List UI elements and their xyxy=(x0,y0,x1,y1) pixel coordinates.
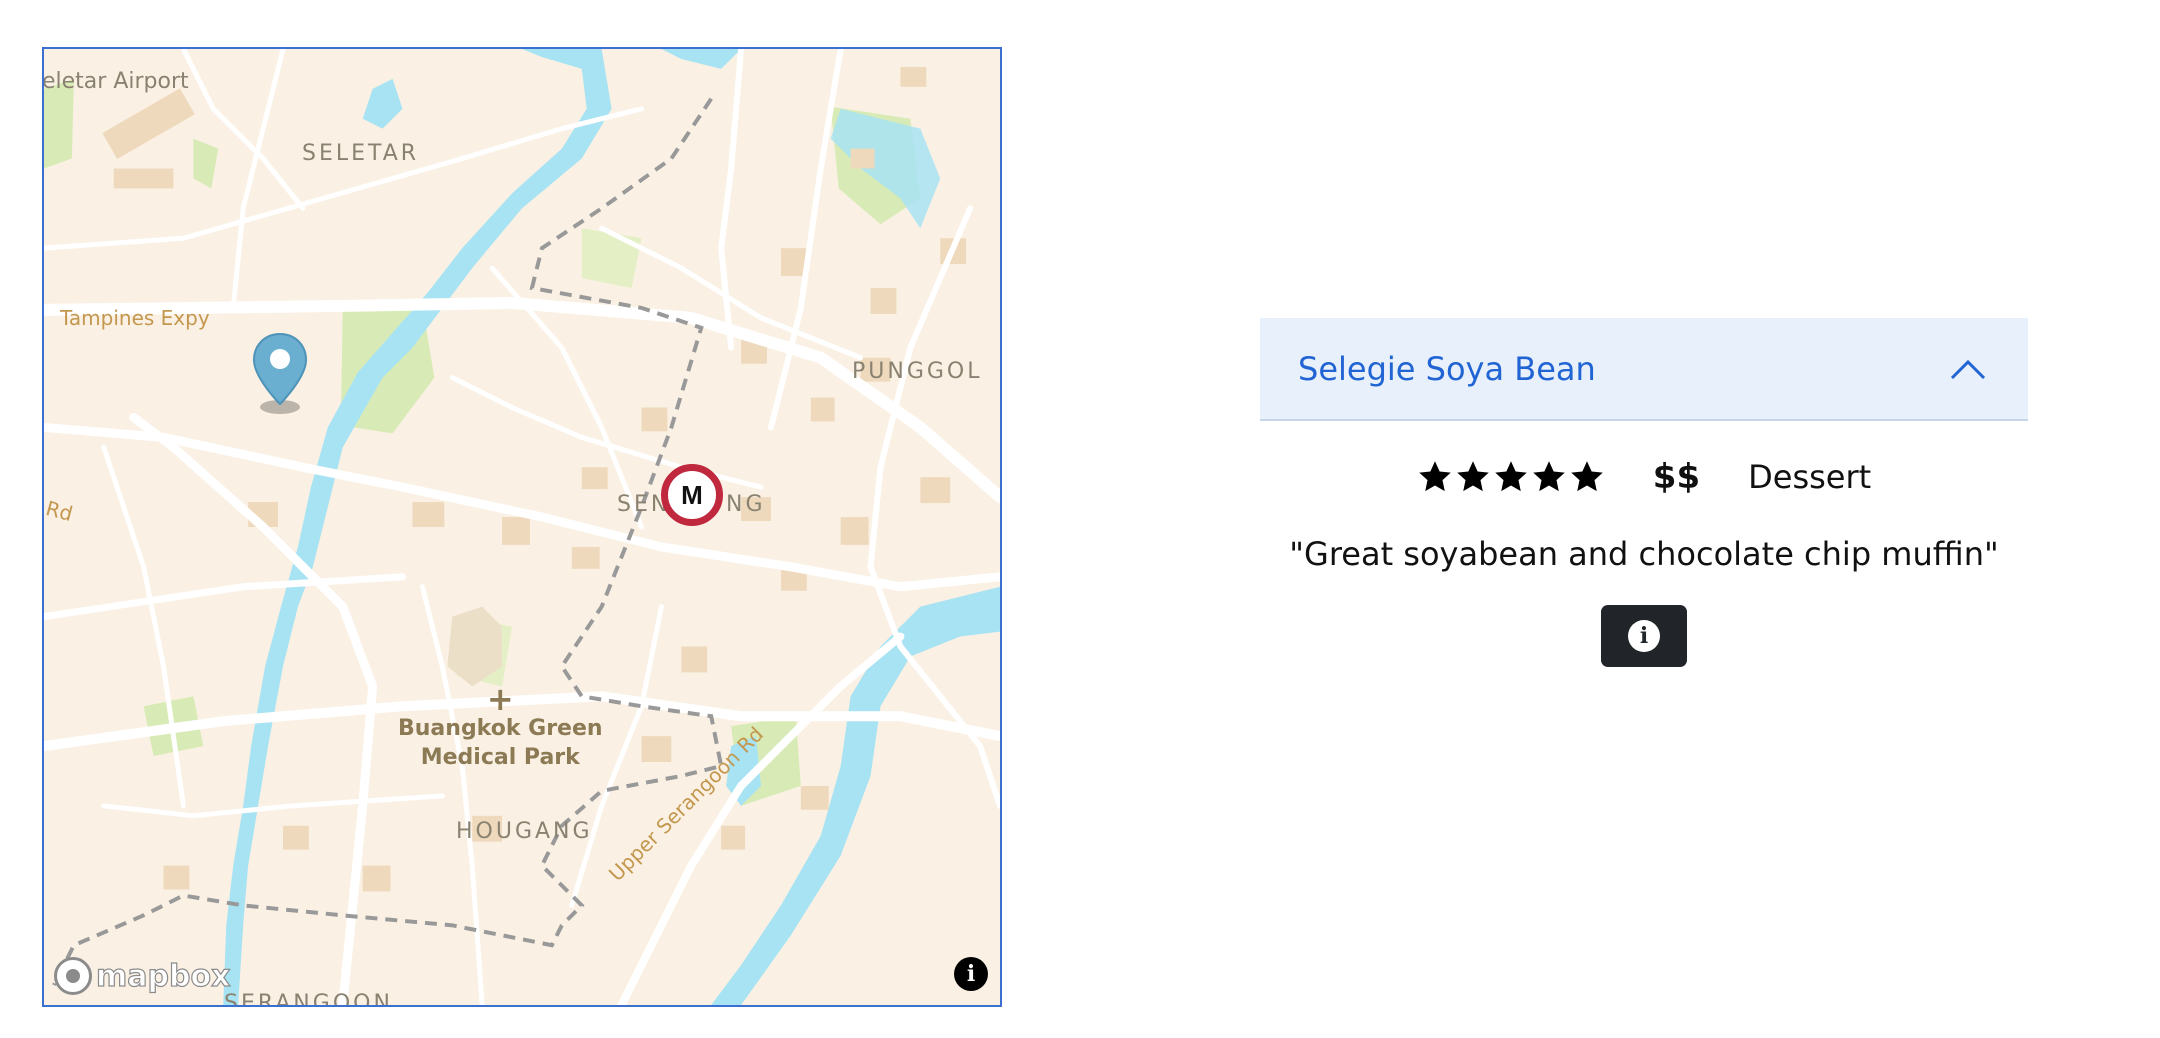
sengkang-label-right: NG xyxy=(726,492,766,517)
hougang-label: HOUGANG xyxy=(456,819,593,844)
accordion-body: $$ Dessert "Great soyabean and chocolate… xyxy=(1260,421,2028,667)
medical-cross-icon: + xyxy=(486,680,514,718)
category-label: Dessert xyxy=(1748,458,1872,496)
restaurant-title: Selegie Soya Bean xyxy=(1298,349,1596,388)
mapbox-logo-icon xyxy=(54,957,92,995)
location-pin-icon[interactable] xyxy=(252,332,308,422)
map[interactable]: eletar Airport SELETAR PUNGGOL SEN NG HO… xyxy=(42,47,1002,1007)
metro-letter: M xyxy=(681,479,703,510)
seletar-label: SELETAR xyxy=(302,141,420,166)
park-label-line1: Buangkok Green xyxy=(398,716,603,741)
info-circle-icon: i xyxy=(1628,620,1660,652)
price-level: $$ xyxy=(1652,457,1701,497)
star-icon xyxy=(1457,461,1489,492)
metro-station-icon[interactable]: M xyxy=(661,464,723,526)
restaurant-card: Selegie Soya Bean $$ Dessert "Great soya… xyxy=(1260,318,2028,667)
accordion-header[interactable]: Selegie Soya Bean xyxy=(1260,318,2028,421)
star-icon xyxy=(1571,461,1603,492)
buangkok-park-label: + Buangkok Green Medical Park xyxy=(398,680,603,772)
mapbox-logo-text: mapbox xyxy=(95,958,231,994)
map-canvas[interactable] xyxy=(44,49,1000,1005)
serangoon-label: SERANGOON xyxy=(224,991,393,1007)
attribution-info-button[interactable]: i xyxy=(954,957,988,991)
star-icon xyxy=(1533,461,1565,492)
meta-row: $$ Dessert xyxy=(1260,457,2028,497)
star-icon xyxy=(1495,461,1527,492)
star-icon xyxy=(1419,461,1451,492)
review-text: "Great soyabean and chocolate chip muffi… xyxy=(1289,535,1999,573)
tampines-expy-label: Tampines Expy xyxy=(60,306,210,330)
mapbox-logo[interactable]: mapbox xyxy=(54,957,231,995)
park-label-line2: Medical Park xyxy=(420,745,580,770)
seletar-airport-label: eletar Airport xyxy=(42,69,189,94)
rating-stars xyxy=(1417,459,1605,495)
info-icon: i xyxy=(966,961,976,987)
punggol-label: PUNGGOL xyxy=(852,359,983,384)
info-button[interactable]: i xyxy=(1601,605,1687,667)
chevron-up-icon[interactable] xyxy=(1950,357,1986,381)
